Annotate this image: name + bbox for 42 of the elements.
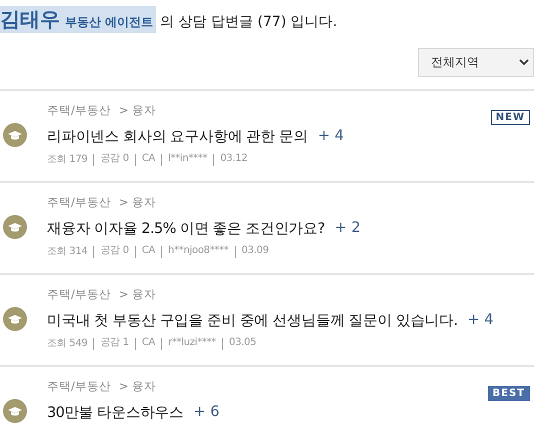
subcategory-label[interactable]: > 융자 bbox=[118, 103, 156, 119]
graduation-cap-icon bbox=[3, 215, 27, 239]
meta-text: 공감 0 bbox=[93, 246, 129, 258]
meta-text: CA bbox=[134, 154, 156, 166]
meta-text: 조회 179 bbox=[47, 153, 88, 166]
post-title[interactable]: 미국내 첫 부동산 구입을 준비 중에 선생님들께 질문이 있습니다. bbox=[47, 310, 458, 330]
subcategory-label[interactable]: > 융자 bbox=[118, 379, 156, 395]
answer-count: + 2 bbox=[334, 220, 361, 236]
answer-count: + 6 bbox=[193, 404, 220, 420]
answer-count: + 4 bbox=[318, 128, 344, 144]
meta-text: h**njoo8**** bbox=[161, 246, 228, 258]
category-label[interactable]: 주택/부동산 bbox=[47, 379, 111, 395]
chevron-icon bbox=[519, 59, 529, 66]
meta-text: 03.05 bbox=[222, 338, 256, 350]
graduation-cap-icon bbox=[3, 123, 27, 147]
meta-text: 조회 314 bbox=[47, 245, 88, 258]
post-title[interactable]: 30만불 타운스하우스 bbox=[47, 402, 184, 422]
agent-role: 부동산 에이전트 bbox=[65, 14, 154, 31]
new-badge: NEW bbox=[490, 110, 530, 125]
post-title[interactable]: 재융자 이자율 2.5% 이면 좋은 조건인가요? bbox=[47, 218, 325, 238]
graduation-cap-icon bbox=[3, 307, 27, 331]
region-dropdown[interactable]: 전체지역 bbox=[418, 48, 534, 77]
meta-text: l**in**** bbox=[161, 154, 208, 166]
meta-text: CA bbox=[134, 338, 156, 350]
category-label[interactable]: 주택/부동산 bbox=[47, 195, 111, 211]
subcategory-label[interactable]: > 융자 bbox=[118, 287, 156, 303]
agent-name[interactable]: 김태우 bbox=[0, 6, 60, 33]
meta-text: r**luzi**** bbox=[161, 338, 216, 350]
meta-text: 공감 0 bbox=[93, 154, 129, 166]
post-title[interactable]: 리파이넨스 회사의 요구사항에 관한 문의 bbox=[47, 126, 308, 146]
meta-text: 03.09 bbox=[234, 246, 269, 258]
best-badge: BEST bbox=[488, 386, 530, 401]
graduation-cap-icon bbox=[3, 399, 27, 423]
answer-count: + 4 bbox=[467, 312, 494, 328]
category-label[interactable]: 주택/부동산 bbox=[47, 103, 111, 119]
meta-text: 03.12 bbox=[213, 154, 248, 166]
meta-text: CA bbox=[134, 246, 156, 258]
heading-text: 의 상담 답변글 (77) 입니다. bbox=[160, 13, 338, 31]
category-label[interactable]: 주택/부동산 bbox=[47, 287, 111, 303]
subcategory-label[interactable]: > 융자 bbox=[118, 195, 156, 211]
meta-text: 조회 549 bbox=[47, 337, 88, 350]
meta-text: 공감 1 bbox=[93, 338, 129, 350]
